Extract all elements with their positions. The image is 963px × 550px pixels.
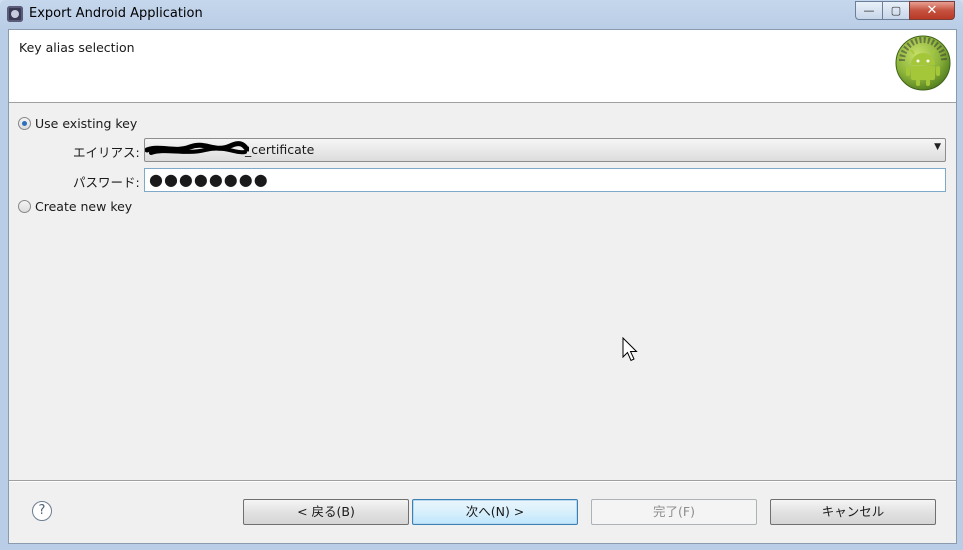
back-button[interactable]: < 戻る(B) bbox=[243, 499, 409, 525]
password-label: パスワード: bbox=[73, 175, 140, 190]
window-controls: — ▢ ✕ bbox=[855, 1, 955, 20]
password-value: ●●●●●●●● bbox=[149, 170, 269, 189]
dialog-body: Key alias selection Use existing key エイリ… bbox=[8, 29, 957, 544]
maximize-button[interactable]: ▢ bbox=[882, 1, 909, 20]
use-existing-key-label: Use existing key bbox=[35, 116, 138, 131]
alias-value: _certificate bbox=[245, 142, 315, 157]
cancel-button[interactable]: キャンセル bbox=[770, 499, 936, 525]
create-new-key-option[interactable]: Create new key bbox=[18, 199, 132, 214]
next-button[interactable]: 次へ(N) > bbox=[412, 499, 578, 525]
alias-select[interactable]: _certificate ▼ bbox=[144, 138, 946, 162]
finish-button[interactable]: 完了(F) bbox=[591, 499, 757, 525]
eclipse-app-icon bbox=[7, 6, 23, 22]
alias-label: エイリアス: bbox=[73, 145, 140, 160]
page-title: Key alias selection bbox=[19, 40, 135, 55]
use-existing-key-option[interactable]: Use existing key bbox=[18, 116, 137, 131]
dialog-window: Export Android Application — ▢ ✕ Key ali… bbox=[0, 0, 963, 550]
redaction-scribble bbox=[145, 141, 249, 155]
window-title: Export Android Application bbox=[29, 6, 203, 21]
create-new-key-label: Create new key bbox=[35, 199, 133, 214]
use-existing-key-radio[interactable] bbox=[18, 117, 31, 130]
minimize-button[interactable]: — bbox=[855, 1, 882, 20]
android-logo-icon bbox=[895, 35, 951, 91]
footer-divider bbox=[9, 480, 956, 482]
wizard-header: Key alias selection bbox=[9, 30, 956, 103]
create-new-key-radio[interactable] bbox=[18, 200, 31, 213]
title-bar[interactable]: Export Android Application — ▢ ✕ bbox=[0, 0, 963, 28]
password-field[interactable]: ●●●●●●●● bbox=[144, 168, 946, 192]
mouse-pointer-icon bbox=[622, 337, 638, 362]
help-icon[interactable]: ? bbox=[32, 501, 52, 521]
chevron-down-icon[interactable]: ▼ bbox=[934, 142, 941, 152]
close-button[interactable]: ✕ bbox=[909, 1, 955, 20]
